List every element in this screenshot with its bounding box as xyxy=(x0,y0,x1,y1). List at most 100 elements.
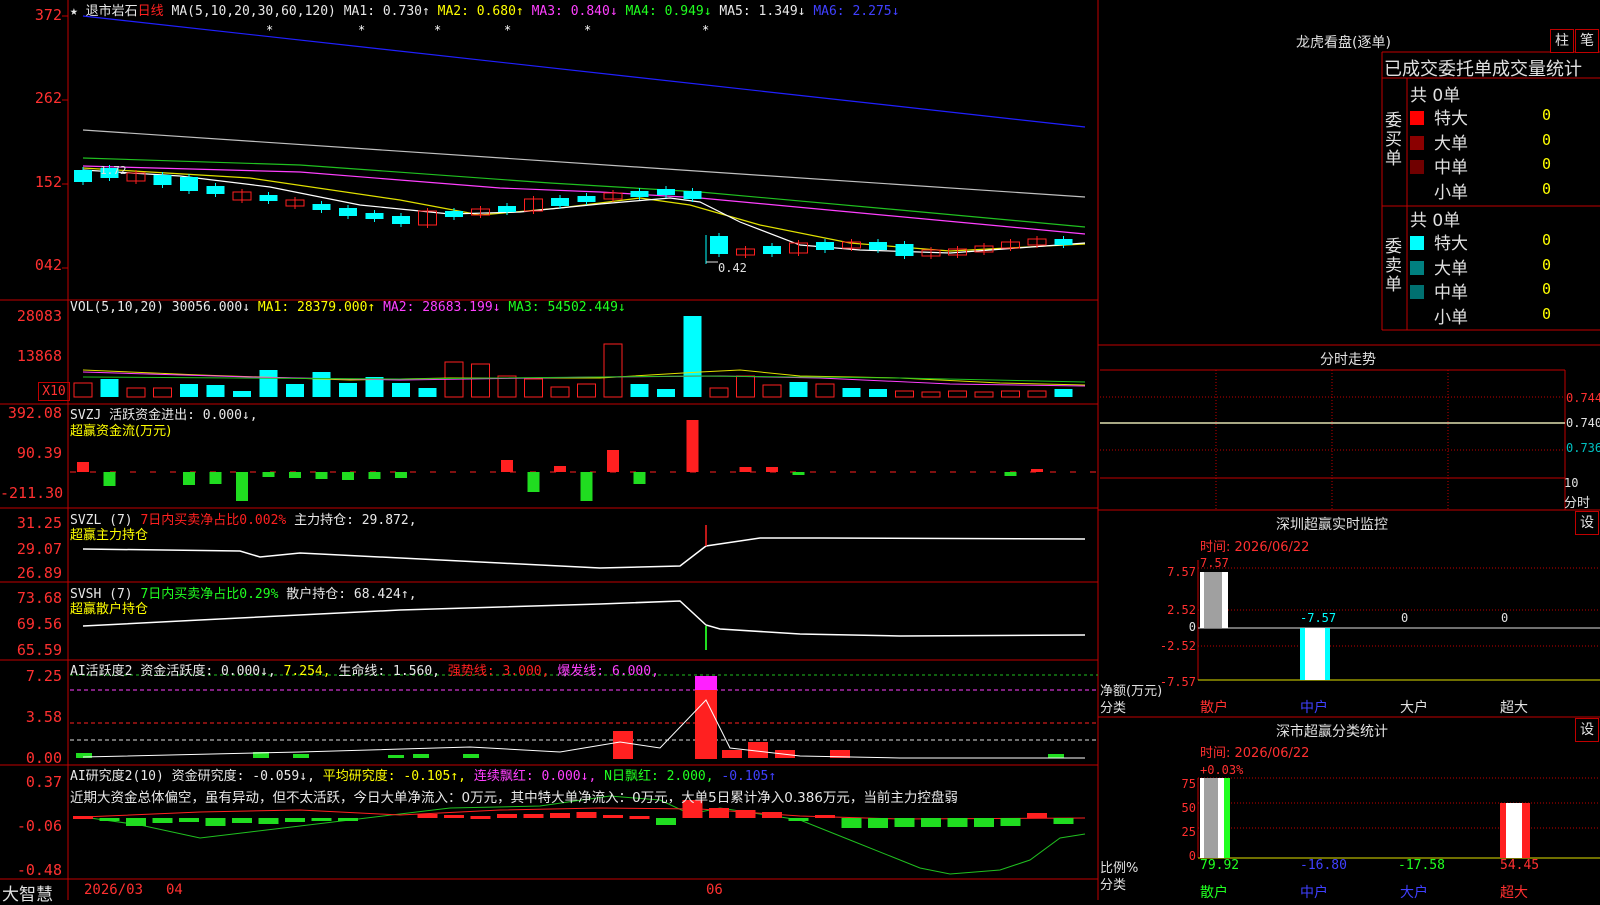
buy-row-0: 特大 xyxy=(1410,104,1468,129)
sell-swatch xyxy=(1410,309,1424,324)
ai-active-line xyxy=(82,699,1085,759)
sell-total: 共 0单 xyxy=(1410,211,1461,231)
research-bar xyxy=(868,818,888,828)
sz-class-bar xyxy=(1204,778,1218,858)
buy-row-value: 0 xyxy=(1542,106,1552,124)
svzj-bar xyxy=(342,472,354,480)
volume-bar xyxy=(550,386,570,398)
ma2-line xyxy=(82,167,1086,252)
intraday-title: 分时走势 xyxy=(1320,352,1376,368)
volume-bar xyxy=(657,389,675,397)
ai-active-header: AI活跃度2 资金活跃度: 0.000↓, 7.254, 生命线: 1.560,… xyxy=(70,660,659,679)
vol-label: VOL(5,10,20) xyxy=(70,300,164,315)
volume-bar xyxy=(895,390,914,398)
research-bar xyxy=(1000,818,1021,826)
research-bar xyxy=(1053,818,1074,824)
volume-bar xyxy=(180,384,198,397)
vol-unit-label[interactable]: X10 xyxy=(38,382,70,401)
svzj-bar xyxy=(554,466,566,472)
ai-active-peak xyxy=(695,676,717,690)
lhb-title: 龙虎看盘(逐单) xyxy=(1296,35,1391,51)
ai-active-bar xyxy=(388,755,404,758)
research-bar xyxy=(709,808,729,818)
ai-research-tail: -0.105↑ xyxy=(721,769,777,784)
volume-bar xyxy=(789,382,808,397)
sell-side-label: 委卖单 xyxy=(1385,237,1402,295)
sz-class-bar-value: 54.45 xyxy=(1500,858,1540,873)
sz-monitor-bar xyxy=(1204,572,1222,628)
buy-swatch xyxy=(1410,160,1424,174)
sz-monitor-bar-value: 0 xyxy=(1401,611,1409,625)
volume-bar xyxy=(815,383,835,398)
research-bar xyxy=(815,815,835,818)
research-bar xyxy=(417,814,438,818)
sell-row-value: 0 xyxy=(1542,231,1552,249)
sell-row-value: 0 xyxy=(1542,280,1552,298)
svzj-bar xyxy=(792,472,805,475)
svzj-bar xyxy=(739,467,752,472)
ai-research-cont: 连续飘红: 0.000↓, xyxy=(473,769,597,784)
x-axis-label: 04 xyxy=(166,882,183,898)
svzj-bar xyxy=(77,462,89,472)
period-label[interactable]: 日线 xyxy=(138,4,164,19)
star-icon[interactable]: ★ xyxy=(70,4,78,19)
intraday-axis-label: 0.740 xyxy=(1566,416,1600,430)
ai-active-axis-label: 3.58 xyxy=(25,708,62,726)
star-marker: * xyxy=(266,23,273,37)
volume-bar xyxy=(1027,390,1047,398)
buy-swatch xyxy=(1410,111,1424,125)
research-line xyxy=(82,795,1086,875)
svzj-bar xyxy=(368,472,381,479)
research-bar xyxy=(497,814,517,818)
sell-row-2: 中单 xyxy=(1410,278,1468,303)
sz-monitor-category: 中户 xyxy=(1300,700,1328,716)
svzj-bar xyxy=(209,472,222,484)
svzj-bar xyxy=(1004,472,1017,476)
intraday-time-label: 10 xyxy=(1564,476,1579,490)
ai-active-bar xyxy=(413,754,429,758)
sell-row-0: 特大 xyxy=(1410,229,1468,254)
sz-class-settings-button[interactable]: 设 xyxy=(1575,718,1599,742)
svzl-line xyxy=(82,537,1086,569)
sell-row-3: 小单 xyxy=(1410,303,1468,328)
svsh-axis-label: 65.59 xyxy=(16,641,62,659)
svzj-bar xyxy=(315,472,328,479)
svzl-axis-label: 31.25 xyxy=(16,514,62,532)
volume-bar xyxy=(100,379,119,397)
buy-row-value: 0 xyxy=(1542,155,1552,173)
x-axis-label: 06 xyxy=(706,882,723,898)
svzl-axis-label: 26.89 xyxy=(16,564,62,582)
sz-monitor-settings-button[interactable]: 设 xyxy=(1575,511,1599,535)
volume-bar xyxy=(842,388,861,397)
star-marker: * xyxy=(358,23,365,37)
ai-active-v1: 7.254, xyxy=(283,664,331,679)
ai-active-bar xyxy=(293,754,309,758)
volume-bar xyxy=(126,387,146,398)
sz-monitor-bar xyxy=(1305,628,1325,680)
research-bar xyxy=(523,814,544,818)
research-bar xyxy=(73,816,93,819)
research-bar xyxy=(444,815,464,818)
tick-view-button[interactable]: 笔 xyxy=(1575,29,1599,53)
volume-bar xyxy=(259,370,278,397)
buy-row-3: 小单 xyxy=(1410,178,1468,203)
volume-bar xyxy=(869,389,887,397)
research-bar xyxy=(762,812,782,818)
star-marker: * xyxy=(584,23,591,37)
ai-active-label: AI活跃度2 xyxy=(70,664,133,679)
research-bar xyxy=(735,810,756,818)
svzj-bar xyxy=(580,472,593,501)
vol-value: 30056.000↓ xyxy=(171,300,251,315)
price-axis-label: 372 xyxy=(34,6,62,24)
ai-active-bar xyxy=(613,731,633,759)
research-bar xyxy=(1027,813,1047,818)
svzl-subtitle: 超赢主力持仓 xyxy=(70,528,149,543)
research-bar xyxy=(470,816,491,819)
ma5-value: MA5: 1.349↓ xyxy=(719,4,806,19)
ma2-value: MA2: 0.680↑ xyxy=(437,4,524,19)
sz-class-time: 时间: 2026/06/22 xyxy=(1200,746,1310,761)
volume-bar xyxy=(73,382,93,398)
volume-bar xyxy=(974,391,994,398)
star-marker: * xyxy=(702,23,709,37)
column-view-button[interactable]: 柱 xyxy=(1550,29,1574,53)
